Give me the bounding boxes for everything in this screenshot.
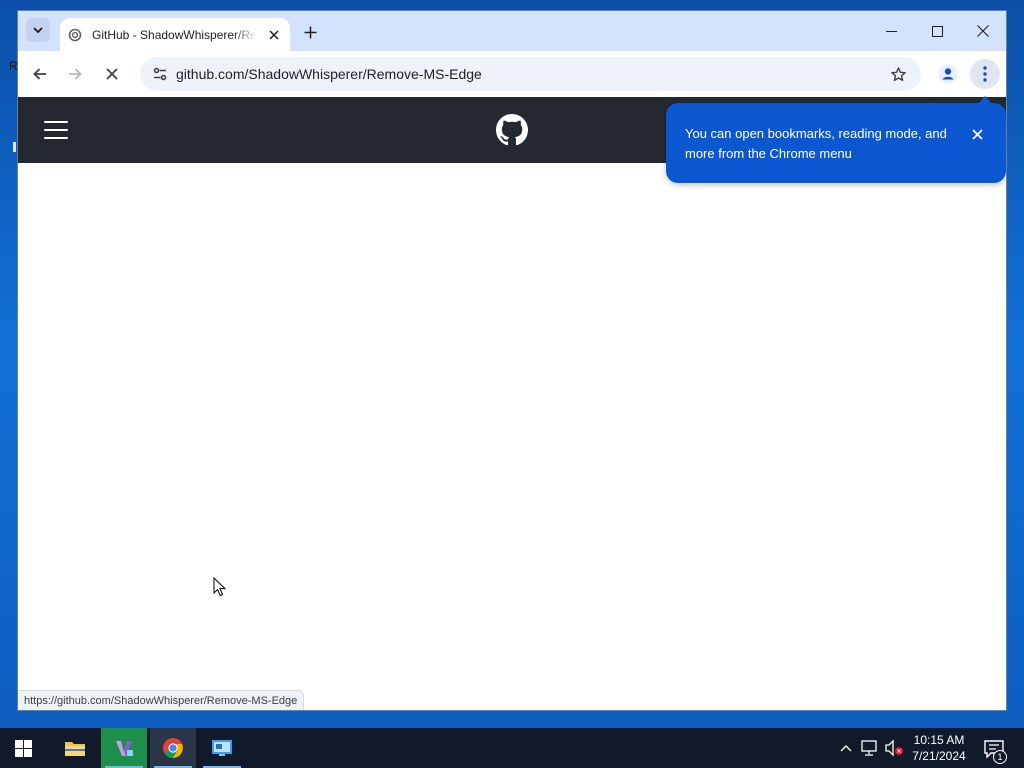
chevron-down-icon [33, 27, 43, 34]
close-window-button[interactable] [960, 16, 1006, 46]
arrow-left-icon [33, 68, 46, 80]
visual-studio-icon [116, 741, 133, 756]
tune-icon [153, 67, 167, 81]
minimize-icon [885, 30, 897, 32]
tab-search-button[interactable] [26, 18, 50, 42]
tab-close-icon[interactable] [265, 26, 283, 44]
taskbar-file-explorer[interactable] [52, 728, 98, 768]
profile-button[interactable] [934, 60, 962, 88]
browser-toolbar: github.com/ShadowWhisperer/Remove-MS-Edg… [18, 51, 1006, 97]
loading-spinner-icon [67, 27, 83, 43]
close-icon [977, 25, 989, 37]
tip-text: You can open bookmarks, reading mode, an… [685, 126, 947, 161]
windows-taskbar: 10:15 AM 7/21/2024 1 [0, 728, 1024, 768]
new-tab-button[interactable] [299, 21, 321, 43]
plus-icon [304, 26, 316, 38]
forward-button[interactable] [61, 60, 89, 88]
tip-close-icon[interactable] [968, 125, 986, 143]
taskbar-chrome[interactable] [150, 728, 196, 768]
github-logo-icon[interactable] [496, 114, 528, 146]
star-icon [890, 66, 906, 81]
clock-time: 10:15 AM [913, 733, 965, 747]
minimize-button[interactable] [868, 16, 914, 46]
mouse-cursor-icon [213, 577, 227, 597]
maximize-icon [931, 25, 943, 37]
system-clock[interactable]: 10:15 AM 7/21/2024 [905, 732, 973, 764]
status-url-bubble: https://github.com/ShadowWhisperer/Remov… [18, 690, 305, 710]
tray-overflow-chevron-icon[interactable] [838, 740, 854, 756]
folder-icon [65, 742, 85, 756]
chrome-window: GitHub - ShadowWhisperer/Remove-MS-Edge [17, 10, 1007, 711]
site-info-button[interactable] [147, 61, 173, 87]
back-button[interactable] [26, 60, 54, 88]
tab-github[interactable]: GitHub - ShadowWhisperer/Remove-MS-Edge [60, 18, 290, 51]
arrow-right-icon [69, 68, 82, 80]
page-viewport: https://github.com/ShadowWhisperer/Remov… [18, 97, 1006, 710]
kebab-menu-icon [983, 66, 987, 82]
chrome-menu-button[interactable] [970, 59, 1000, 89]
bubble-pointer [978, 96, 992, 104]
tab-title: GitHub - ShadowWhisperer/Remove-MS-Edge [92, 27, 257, 42]
chrome-icon [163, 738, 183, 759]
network-icon[interactable] [860, 739, 880, 757]
stop-loading-button[interactable] [98, 60, 126, 88]
maximize-button[interactable] [914, 16, 960, 46]
stop-x-icon [106, 68, 118, 80]
start-button[interactable] [0, 728, 46, 768]
desktop-background [0, 0, 18, 728]
taskbar-visual-studio[interactable] [101, 728, 147, 768]
avatar-icon [938, 64, 958, 84]
bookmark-star-button[interactable] [885, 61, 911, 87]
notification-count-badge: 1 [993, 750, 1007, 764]
taskbar-remote-desktop[interactable] [199, 728, 245, 768]
volume-muted-icon[interactable] [884, 739, 904, 757]
address-bar[interactable]: github.com/ShadowWhisperer/Remove-MS-Edg… [140, 57, 921, 91]
chrome-menu-tip-bubble: You can open bookmarks, reading mode, an… [666, 96, 1006, 183]
url-text: github.com/ShadowWhisperer/Remove-MS-Edg… [176, 66, 482, 82]
hamburger-menu-icon[interactable] [44, 121, 68, 139]
clock-date: 7/21/2024 [912, 749, 966, 763]
desktop-icon-fragment [13, 142, 16, 152]
remote-desktop-icon [212, 740, 232, 756]
tab-strip: GitHub - ShadowWhisperer/Remove-MS-Edge [18, 11, 1006, 51]
windows-logo-icon [14, 739, 32, 757]
